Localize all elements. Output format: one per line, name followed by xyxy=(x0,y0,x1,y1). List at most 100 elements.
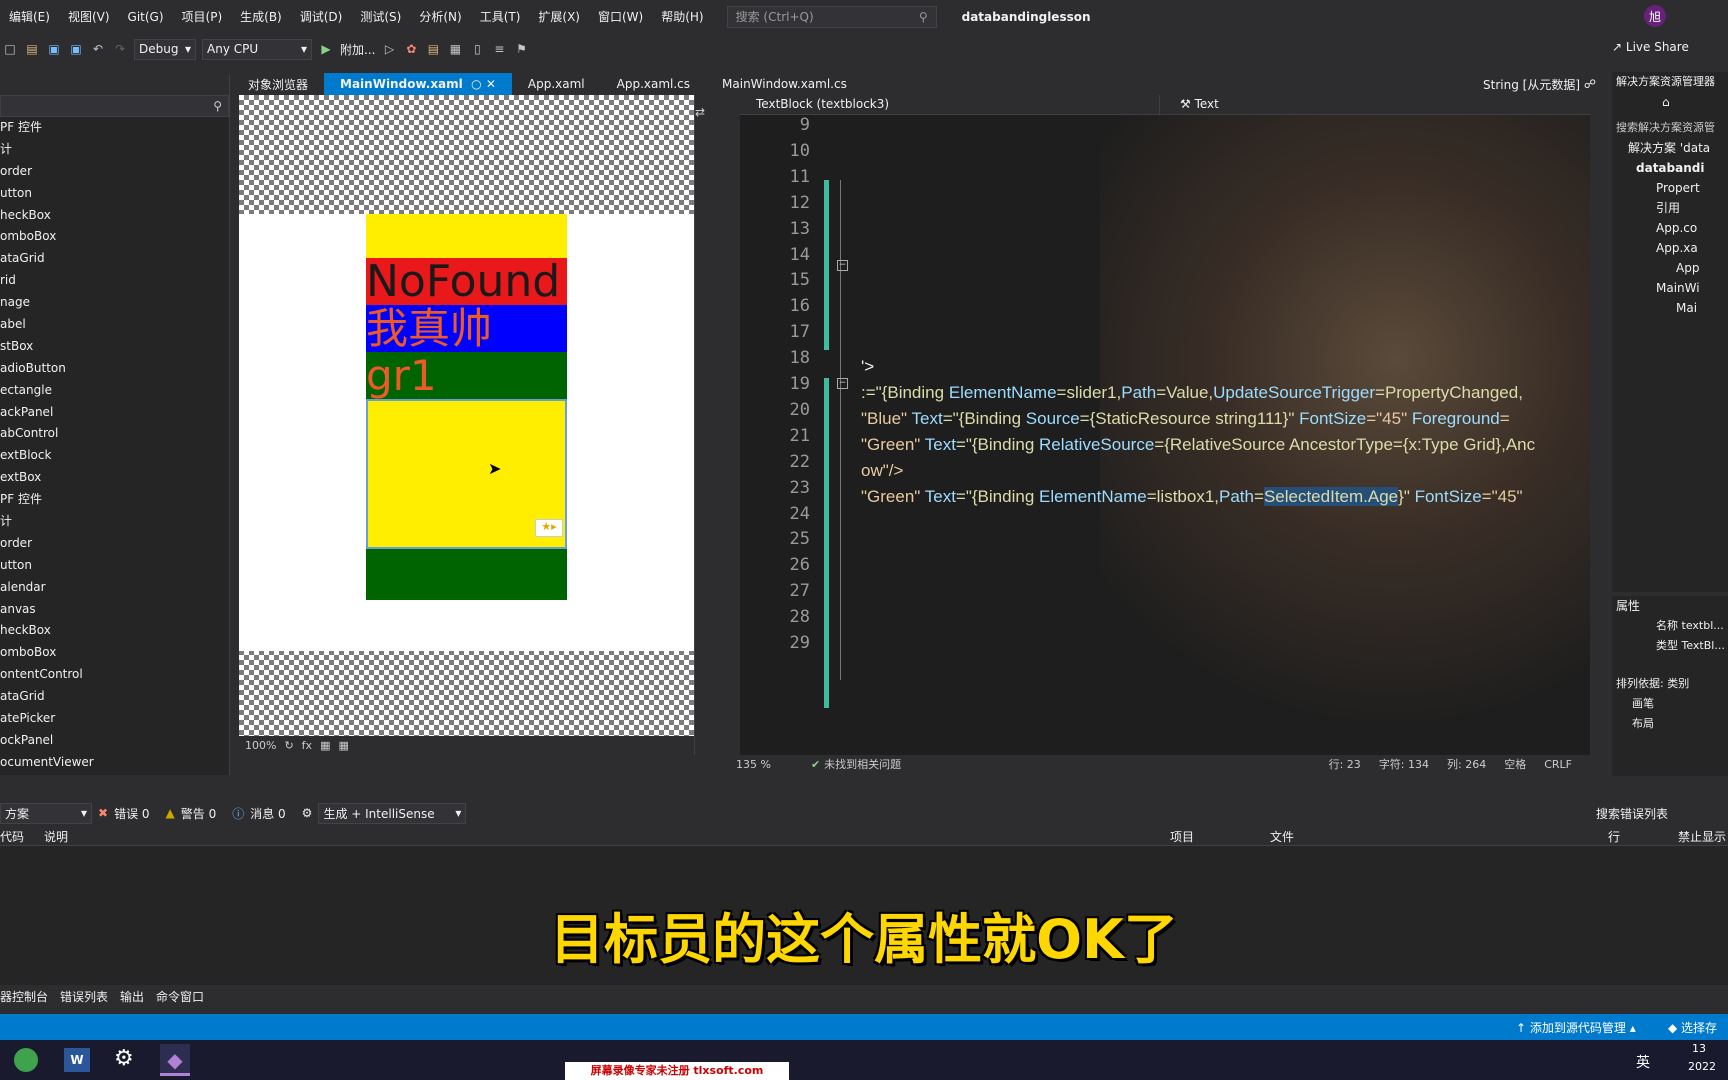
lightbulb-icon[interactable]: ★▸ xyxy=(535,519,563,537)
tab-error-list[interactable]: 错误列表 xyxy=(60,988,108,1005)
toolbox-item[interactable]: abel xyxy=(0,314,229,336)
menu-view[interactable]: 视图(V) xyxy=(59,8,119,25)
toolbox-item[interactable]: abControl xyxy=(0,423,229,445)
new-item-icon[interactable]: □ xyxy=(2,41,18,57)
solution-search[interactable]: 搜索解决方案资源管 xyxy=(1612,118,1728,138)
eol-indicator[interactable]: CRLF xyxy=(1544,758,1572,771)
tree-item[interactable]: App.xa xyxy=(1612,238,1728,258)
open-folder-icon[interactable]: ▤ xyxy=(24,41,40,57)
run-icon[interactable]: ▶ xyxy=(318,41,334,57)
indent-icon[interactable]: ≡ xyxy=(491,41,507,57)
code-editor[interactable]: 9 10 11 12 13 14 15 16 17 18 19 20 21 22 23 24 25 26 27 28 2… xyxy=(740,95,1590,755)
build-filter-select[interactable]: 生成 + IntelliSense ▾ xyxy=(318,802,467,824)
toolbox-item[interactable]: heckBox xyxy=(0,620,229,642)
select-repo[interactable]: ◆ 选择存 xyxy=(1668,1019,1717,1036)
toolbox-item[interactable]: omboBox xyxy=(0,226,229,248)
bookmark-icon[interactable]: ⚑ xyxy=(513,41,529,57)
menu-extensions[interactable]: 扩展(X) xyxy=(529,8,589,25)
grid-icon[interactable]: ▦ xyxy=(320,739,330,752)
design-block-green-bottom[interactable] xyxy=(366,549,567,600)
tab-output[interactable]: 输出 xyxy=(120,988,144,1005)
prop-category-brush[interactable]: 画笔 xyxy=(1612,694,1728,714)
save-icon[interactable]: ▣ xyxy=(46,41,62,57)
folder-icon[interactable]: ▤ xyxy=(425,41,441,57)
menu-tools[interactable]: 工具(T) xyxy=(471,8,530,25)
swap-icon[interactable]: ⇄ xyxy=(695,105,705,119)
col-file[interactable]: 文件 xyxy=(1270,828,1294,845)
toolbox-item[interactable]: alendar xyxy=(0,577,229,599)
config-select[interactable]: Debug ▾ xyxy=(134,38,196,60)
toolbox-item[interactable]: rid xyxy=(0,270,229,292)
element-select[interactable]: TextBlock (textblock3) xyxy=(740,95,1160,114)
live-share-button[interactable]: ↗ Live Share xyxy=(1612,40,1689,54)
menu-build[interactable]: 生成(B) xyxy=(231,8,291,25)
tree-item[interactable]: databandi xyxy=(1612,158,1728,178)
property-select[interactable]: ⚒ Text xyxy=(1164,95,1584,114)
toolbox-item[interactable]: ontentControl xyxy=(0,664,229,686)
toolbox-item[interactable]: atePicker xyxy=(0,708,229,730)
global-search[interactable]: 搜索 (Ctrl+Q) ⚲ xyxy=(726,5,937,28)
menu-edit[interactable]: 编辑(E) xyxy=(0,8,59,25)
toolbox-item[interactable]: heckBox xyxy=(0,205,229,227)
toolbox-item[interactable]: omboBox xyxy=(0,642,229,664)
toolbox-item[interactable]: utton xyxy=(0,183,229,205)
toolbox-item[interactable]: ataGrid xyxy=(0,248,229,270)
tree-item[interactable]: 解决方案 'data xyxy=(1612,138,1728,158)
clock-date[interactable]: 2022 xyxy=(1688,1060,1716,1073)
collapse-icon[interactable]: − xyxy=(837,260,848,271)
menu-test[interactable]: 测试(S) xyxy=(351,8,410,25)
menu-project[interactable]: 项目(P) xyxy=(173,8,232,25)
settings-icon[interactable]: ⚙ xyxy=(114,1046,134,1071)
toolbox-item[interactable]: order xyxy=(0,533,229,555)
menu-help[interactable]: 帮助(H) xyxy=(652,8,712,25)
col-code[interactable]: 代码 xyxy=(0,828,24,845)
tree-item[interactable]: App.co xyxy=(1612,218,1728,238)
app-icon-green[interactable] xyxy=(14,1048,38,1072)
start-without-debug-icon[interactable]: ▷ xyxy=(381,41,397,57)
toolbox-item[interactable]: stBox xyxy=(0,336,229,358)
pin-icon[interactable]: ○ xyxy=(471,77,481,91)
error-search[interactable]: 搜索错误列表 xyxy=(1596,805,1668,822)
design-block-red[interactable]: NoFound xyxy=(366,258,567,305)
design-block-yellow-selected[interactable]: ➤ ★▸ xyxy=(366,399,567,549)
warnings-filter[interactable]: 警告 0 xyxy=(181,805,216,822)
toolbox-item[interactable]: nage xyxy=(0,292,229,314)
tab-object-browser[interactable]: 对象浏览器 xyxy=(232,73,324,95)
menu-analyze[interactable]: 分析(N) xyxy=(410,8,470,25)
xaml-designer[interactable]: NoFound 我真帅 gr1 ➤ ★▸ 100% ↻ fx ▦ ▦ xyxy=(239,95,694,755)
snap-icon[interactable]: ▦ xyxy=(338,739,348,752)
tab-mainwindow-xaml[interactable]: MainWindow.xaml ○ ✕ xyxy=(324,73,512,95)
design-block-blue[interactable]: 我真帅 xyxy=(366,305,567,352)
filter-icon[interactable]: ⚙ xyxy=(302,806,313,820)
messages-filter[interactable]: 消息 0 xyxy=(250,805,285,822)
clock-time[interactable]: 13 xyxy=(1692,1042,1706,1055)
layout-icon[interactable]: ▦ xyxy=(447,41,463,57)
design-canvas[interactable]: NoFound 我真帅 gr1 ➤ ★▸ xyxy=(239,214,694,651)
prop-category-layout[interactable]: 布局 xyxy=(1612,714,1728,734)
tree-item[interactable]: 引用 xyxy=(1612,198,1728,218)
col-suppress[interactable]: 禁止显示 xyxy=(1678,828,1726,845)
tree-item[interactable]: App xyxy=(1612,258,1728,278)
col-line[interactable]: 行 xyxy=(1608,828,1620,845)
designer-zoom[interactable]: 100% xyxy=(239,739,276,752)
add-to-source-control[interactable]: ↑ 添加到源代码管理 ▴ xyxy=(1516,1019,1636,1036)
toolbox-item[interactable]: ataGrid xyxy=(0,686,229,708)
tab-app-xaml-cs[interactable]: App.xaml.cs xyxy=(601,73,706,95)
toolbox-item[interactable]: ackPanel xyxy=(0,402,229,424)
toolbox-item[interactable]: order xyxy=(0,161,229,183)
toolbox-search[interactable]: ⚲ xyxy=(0,95,229,117)
issues-text[interactable]: 未找到相关问题 xyxy=(824,756,901,772)
tree-item[interactable]: MainWi xyxy=(1612,278,1728,298)
toolbox-item[interactable]: PF 控件 xyxy=(0,117,229,139)
close-icon[interactable]: ✕ xyxy=(486,77,496,91)
toolbox-item[interactable]: 计 xyxy=(0,511,229,533)
toolbox-item[interactable]: anvas xyxy=(0,599,229,621)
tab-console[interactable]: 器控制台 xyxy=(0,988,48,1005)
toolbox-item[interactable]: ectangle xyxy=(0,380,229,402)
tab-metadata-string[interactable]: String [从元数据] ☍ xyxy=(1467,73,1612,95)
design-block-yellow-top[interactable] xyxy=(366,214,567,258)
prop-sort[interactable]: 排列依据: 类别 xyxy=(1612,674,1728,694)
toolbox-item[interactable]: ockPanel xyxy=(0,730,229,752)
word-icon[interactable]: W xyxy=(64,1048,90,1072)
collapse-icon[interactable]: − xyxy=(837,378,848,389)
